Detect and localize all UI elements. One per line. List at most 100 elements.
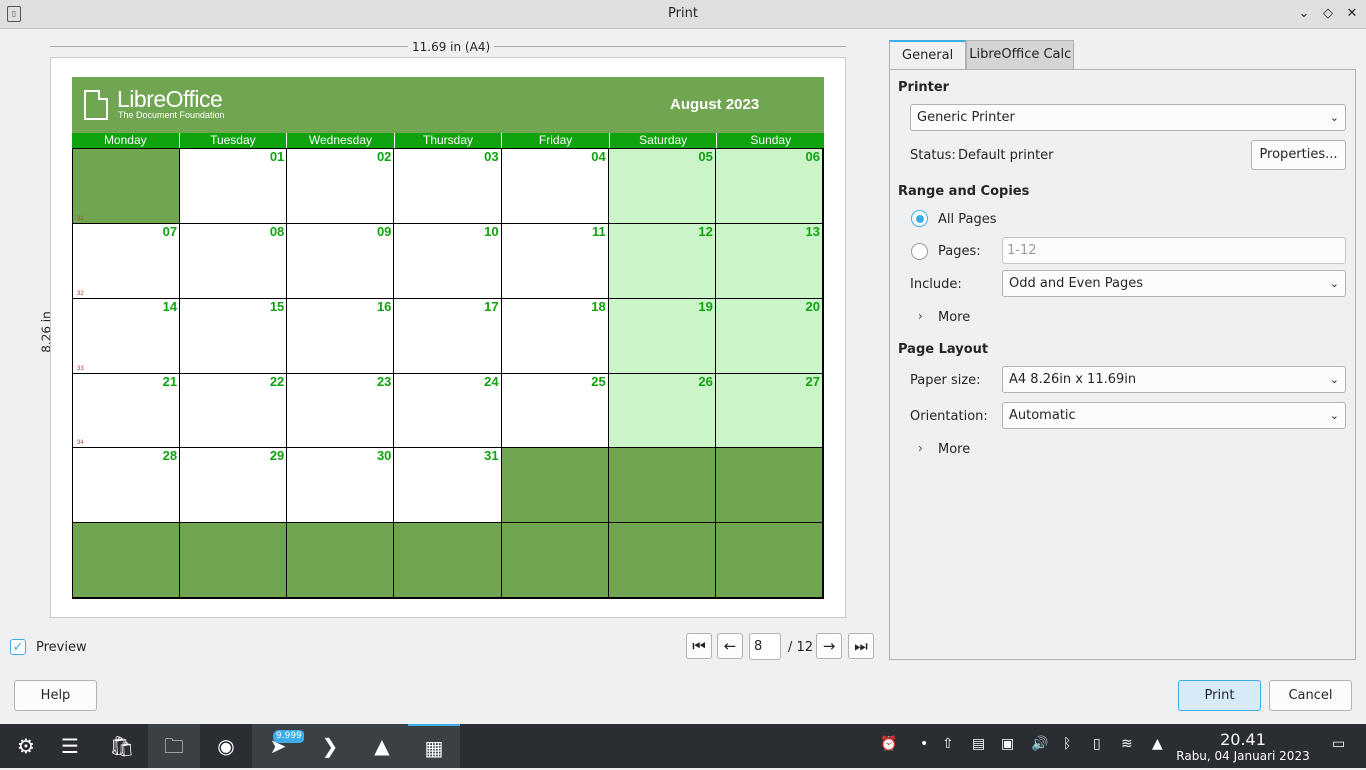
alarm-icon[interactable]: ⏰ xyxy=(880,736,897,752)
preview-checkbox[interactable]: ✓ xyxy=(10,639,26,655)
calendar-day-cell xyxy=(715,523,823,598)
day-number: 20 xyxy=(805,298,820,314)
range-more-toggle[interactable]: More xyxy=(938,310,970,325)
settings-sliders-icon[interactable]: ☰ xyxy=(44,724,96,768)
printer-select-value: Generic Printer xyxy=(917,110,1015,125)
cancel-button[interactable]: Cancel xyxy=(1269,680,1352,711)
help-button[interactable]: Help xyxy=(14,680,97,711)
day-number: 22 xyxy=(269,373,285,389)
tray-expand-icon[interactable]: ▲ xyxy=(1152,736,1163,752)
page-number-input[interactable]: 8 xyxy=(749,633,781,660)
page-layout-section-title: Page Layout xyxy=(898,342,989,357)
clock[interactable]: 20.41 Rabu, 04 Januari 2023 xyxy=(1176,730,1310,764)
software-store-icon[interactable]: 🛍 xyxy=(96,724,148,768)
first-page-button[interactable]: ⏮ xyxy=(686,633,712,659)
include-select-value: Odd and Even Pages xyxy=(1009,276,1143,291)
calendar-day-cell: 08 xyxy=(180,223,288,299)
show-desktop-icon[interactable]: ▭ xyxy=(1332,736,1345,752)
orientation-label: Orientation: xyxy=(910,409,988,424)
day-number: 07 xyxy=(162,223,178,239)
chat-icon[interactable]: ▣ xyxy=(1001,736,1014,752)
calendar-day-cell: 25 xyxy=(501,373,609,449)
day-number: 16 xyxy=(376,298,392,314)
calendar-day-cell: 02 xyxy=(287,149,395,224)
preview-label: Preview xyxy=(36,640,87,655)
clock-date: Rabu, 04 Januari 2023 xyxy=(1176,749,1310,763)
tab-libreoffice-calc[interactable]: LibreOffice Calc xyxy=(966,40,1075,70)
expand-arrow-icon[interactable]: › xyxy=(918,441,923,455)
calendar-day-cell: 09 xyxy=(287,223,395,299)
weekday-label: Friday xyxy=(502,133,610,148)
file-manager-icon[interactable]: 🗀 xyxy=(148,724,200,768)
dot-indicator-icon: • xyxy=(920,736,929,752)
range-section-title: Range and Copies xyxy=(898,184,1030,199)
tab-general[interactable]: General xyxy=(889,40,967,70)
include-select[interactable]: Odd and Even Pages ⌄ xyxy=(1002,270,1346,297)
pages-radio[interactable] xyxy=(911,243,928,260)
printer-select[interactable]: Generic Printer ⌄ xyxy=(910,104,1346,131)
calendar-day-cell: 14 33 xyxy=(73,298,181,374)
day-number: 14 xyxy=(162,298,178,314)
print-button[interactable]: Print xyxy=(1178,680,1261,711)
day-number: 19 xyxy=(698,298,713,314)
bluetooth-icon[interactable]: ᛒ xyxy=(1063,736,1071,752)
properties-button[interactable]: Properties... xyxy=(1251,140,1346,170)
calendar-day-cell: 10 xyxy=(394,223,502,299)
chevron-down-icon: ⌄ xyxy=(1329,111,1339,124)
calendar-day-cell xyxy=(73,523,181,598)
pages-label: Pages: xyxy=(938,244,981,259)
calendar-day-cell: 27 xyxy=(715,373,823,449)
calendar-day-cell: 15 xyxy=(180,298,288,374)
day-number: 11 xyxy=(591,223,606,239)
brand-name: LibreOffice xyxy=(117,86,223,112)
maximize-icon[interactable]: ◇ xyxy=(1319,5,1337,23)
clipboard-icon[interactable]: ▤ xyxy=(972,736,985,752)
calendar-day-cell: 31 xyxy=(73,149,181,224)
usb-icon[interactable]: ▯ xyxy=(1093,736,1101,752)
calendar-day-cell: 23 xyxy=(287,373,395,449)
status-label: Status: xyxy=(910,148,956,163)
calendar-day-cell: 11 xyxy=(501,223,609,299)
orientation-select[interactable]: Automatic ⌄ xyxy=(1002,402,1346,429)
calendar-day-cell xyxy=(394,523,502,598)
previous-page-button[interactable]: ← xyxy=(717,633,743,659)
chevron-down-icon: ⌄ xyxy=(1329,373,1339,386)
volume-icon[interactable]: 🔊 xyxy=(1031,736,1048,752)
window-title: Print xyxy=(668,6,698,21)
expand-arrow-icon[interactable]: › xyxy=(918,309,923,323)
firefox-icon[interactable]: ◉ xyxy=(200,724,252,768)
notification-badge: 9.999 xyxy=(273,730,305,743)
calendar-day-cell: 04 xyxy=(501,149,609,224)
calendar-day-cell xyxy=(501,523,609,598)
close-icon[interactable]: ✕ xyxy=(1343,5,1361,23)
calendar-day-cell: 18 xyxy=(501,298,609,374)
paper-size-label: Paper size: xyxy=(910,373,981,388)
update-icon[interactable]: ⇧ xyxy=(942,736,954,752)
calendar-day-cell xyxy=(715,448,823,524)
pages-input[interactable]: 1-12 xyxy=(1002,237,1346,264)
layout-more-toggle[interactable]: More xyxy=(938,442,970,457)
android-studio-icon[interactable]: ▲ xyxy=(356,724,408,768)
calendar-month: August 2023 xyxy=(670,96,760,113)
last-page-button[interactable]: ⏭ xyxy=(848,633,874,659)
calendar-day-cell: 26 xyxy=(608,373,716,449)
calendar-day-cell xyxy=(608,448,716,524)
terminal-icon[interactable]: ❯ xyxy=(304,724,356,768)
day-number: 29 xyxy=(269,448,285,464)
libreoffice-calc-icon[interactable]: ▦ xyxy=(408,724,460,768)
paper-size-select[interactable]: A4 8.26in x 11.69in ⌄ xyxy=(1002,366,1346,393)
calendar-day-cell: 13 xyxy=(715,223,823,299)
next-page-button[interactable]: → xyxy=(816,633,842,659)
chevron-down-icon: ⌄ xyxy=(1329,409,1339,422)
calendar-day-cell: 01 xyxy=(180,149,288,224)
calendar-day-cell: 29 xyxy=(180,448,288,524)
day-number: 25 xyxy=(591,373,606,389)
calendar-day-cell: 30 xyxy=(287,448,395,524)
window-titlebar: ▯ Print ⌄ ◇ ✕ xyxy=(0,0,1366,29)
minimize-icon[interactable]: ⌄ xyxy=(1295,5,1313,23)
week-number: 32 xyxy=(77,290,84,297)
day-number: 10 xyxy=(484,223,499,239)
wifi-icon[interactable]: ≋ xyxy=(1121,736,1133,752)
all-pages-radio[interactable] xyxy=(911,210,928,227)
clock-time: 20.41 xyxy=(1220,730,1266,749)
